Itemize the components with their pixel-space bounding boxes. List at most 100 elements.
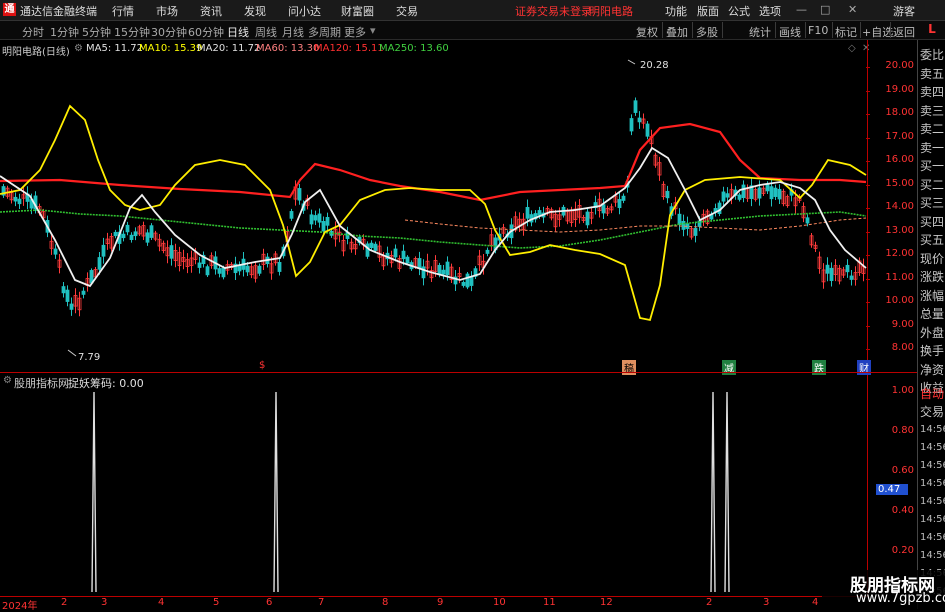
- login-status: 证券交易未登录: [515, 5, 592, 18]
- date-axis-tick: 4: [158, 597, 165, 608]
- candle-body: [693, 228, 698, 236]
- candle-body: [245, 265, 250, 273]
- menu-wealth[interactable]: 财富圈: [341, 3, 374, 19]
- candle-body: [829, 267, 834, 281]
- candle-body: [757, 187, 762, 199]
- side-level-label[interactable]: L: [921, 22, 943, 38]
- candle-body: [277, 262, 282, 272]
- period-30min[interactable]: 30分钟: [151, 24, 187, 40]
- quote-label: 委比: [920, 48, 945, 62]
- menu-layout[interactable]: 版面: [697, 3, 719, 19]
- menu-news[interactable]: 资讯: [200, 3, 222, 19]
- candle-body: [61, 286, 66, 294]
- auto-toggle[interactable]: 自动: [920, 385, 944, 402]
- candle-body: [133, 231, 138, 237]
- event-flag-dividend[interactable]: $: [257, 360, 267, 371]
- price-axis-tick: 17.00: [885, 130, 914, 142]
- menu-function[interactable]: 功能: [665, 3, 687, 19]
- candle-body: [677, 213, 682, 225]
- candle-body: [369, 242, 374, 249]
- candle-body: [617, 199, 622, 209]
- indicator-spike: [724, 391, 730, 593]
- candle-body: [469, 276, 474, 286]
- candle-body: [441, 269, 446, 275]
- menu-market[interactable]: 市场: [156, 3, 178, 19]
- price-axis-tick: 13.00: [885, 224, 914, 236]
- candle-body: [461, 282, 466, 286]
- watermark-url: www.7gpzb.com: [856, 591, 945, 606]
- tool-back[interactable]: 返回: [893, 24, 915, 40]
- candle-body: [601, 204, 606, 214]
- divider: [860, 22, 861, 38]
- tool-stats[interactable]: 统计: [749, 24, 771, 40]
- indicator-axis-tick: 0.20: [891, 545, 914, 556]
- quote-label: 总量: [920, 307, 945, 321]
- period-weekly[interactable]: 周线: [255, 24, 277, 40]
- tick-time: 14:56: [920, 424, 945, 435]
- close-icon[interactable]: ✕: [848, 3, 857, 16]
- tool-mark[interactable]: 标记: [835, 24, 857, 40]
- menu-trade[interactable]: 交易: [396, 3, 418, 19]
- quote-label: 外盘: [920, 325, 945, 340]
- period-daily[interactable]: 日线: [227, 24, 249, 40]
- ma120-line: [0, 122, 867, 202]
- period-monthly[interactable]: 月线: [282, 24, 304, 40]
- tick-time: 14:56: [920, 550, 945, 561]
- candle-body: [325, 216, 330, 226]
- menu-ask[interactable]: 问小达: [288, 3, 321, 19]
- maximize-icon[interactable]: □: [820, 3, 830, 16]
- minimize-icon[interactable]: —: [796, 3, 807, 16]
- date-axis-tick: 3: [101, 597, 108, 608]
- candle-body: [297, 188, 302, 201]
- price-axis-tick: 11.00: [885, 271, 914, 283]
- divider: [775, 22, 776, 38]
- tool-adjust[interactable]: 复权: [636, 24, 658, 40]
- expand-icon[interactable]: ▾: [370, 24, 376, 37]
- tick-time: 14:56: [920, 496, 945, 507]
- candle-body: [665, 190, 670, 199]
- price-axis-tick: 12.00: [885, 248, 914, 259]
- candlestick-chart[interactable]: 20.28 7.79: [0, 40, 868, 372]
- tool-add-watchlist[interactable]: +自选: [862, 24, 893, 40]
- quote-label: 卖三: [920, 103, 945, 118]
- indicator-chart[interactable]: [0, 373, 868, 597]
- period-60min[interactable]: 60分钟: [188, 24, 224, 40]
- candle-body: [113, 231, 118, 237]
- tool-multistock[interactable]: 多股: [696, 24, 718, 40]
- date-axis-tick: 6: [266, 597, 273, 608]
- menu-discover[interactable]: 发现: [244, 3, 266, 19]
- period-more[interactable]: 更多: [344, 24, 366, 40]
- menu-options[interactable]: 选项: [759, 3, 781, 19]
- tool-draw[interactable]: 画线: [779, 24, 801, 40]
- stock-name: 明阳电路: [589, 5, 633, 18]
- app-logo-icon: 通: [3, 3, 16, 16]
- divider: [805, 22, 806, 38]
- period-timeline[interactable]: 分时: [22, 24, 44, 40]
- period-5min[interactable]: 5分钟: [82, 24, 111, 40]
- tool-f10[interactable]: F10: [808, 24, 828, 37]
- quote-label: 买二: [920, 177, 945, 192]
- price-axis-tick: 16.00: [885, 154, 914, 165]
- period-1min[interactable]: 1分钟: [50, 24, 79, 40]
- candle-body: [445, 261, 450, 276]
- menu-formula[interactable]: 公式: [728, 3, 750, 19]
- period-15min[interactable]: 15分钟: [114, 24, 150, 40]
- quote-label: 买四: [920, 214, 945, 229]
- candle-body: [765, 183, 770, 192]
- candle-body: [237, 265, 242, 272]
- menu-quotes[interactable]: 行情: [112, 3, 134, 19]
- candle-body: [197, 262, 202, 268]
- tick-time: 14:56: [920, 514, 945, 525]
- candle-body: [81, 290, 86, 295]
- tool-overlay[interactable]: 叠加: [666, 24, 688, 40]
- period-multi[interactable]: 多周期: [308, 24, 341, 40]
- candle-body: [217, 268, 222, 274]
- date-axis-tick: 7: [318, 597, 325, 608]
- low-price-label: 7.79: [78, 352, 100, 363]
- ma10-line: [0, 104, 867, 322]
- divider: [662, 22, 663, 38]
- candle-body: [465, 273, 470, 288]
- quote-label: 买三: [920, 196, 945, 210]
- candle-body: [845, 264, 850, 273]
- guest-button[interactable]: 游客: [893, 3, 915, 19]
